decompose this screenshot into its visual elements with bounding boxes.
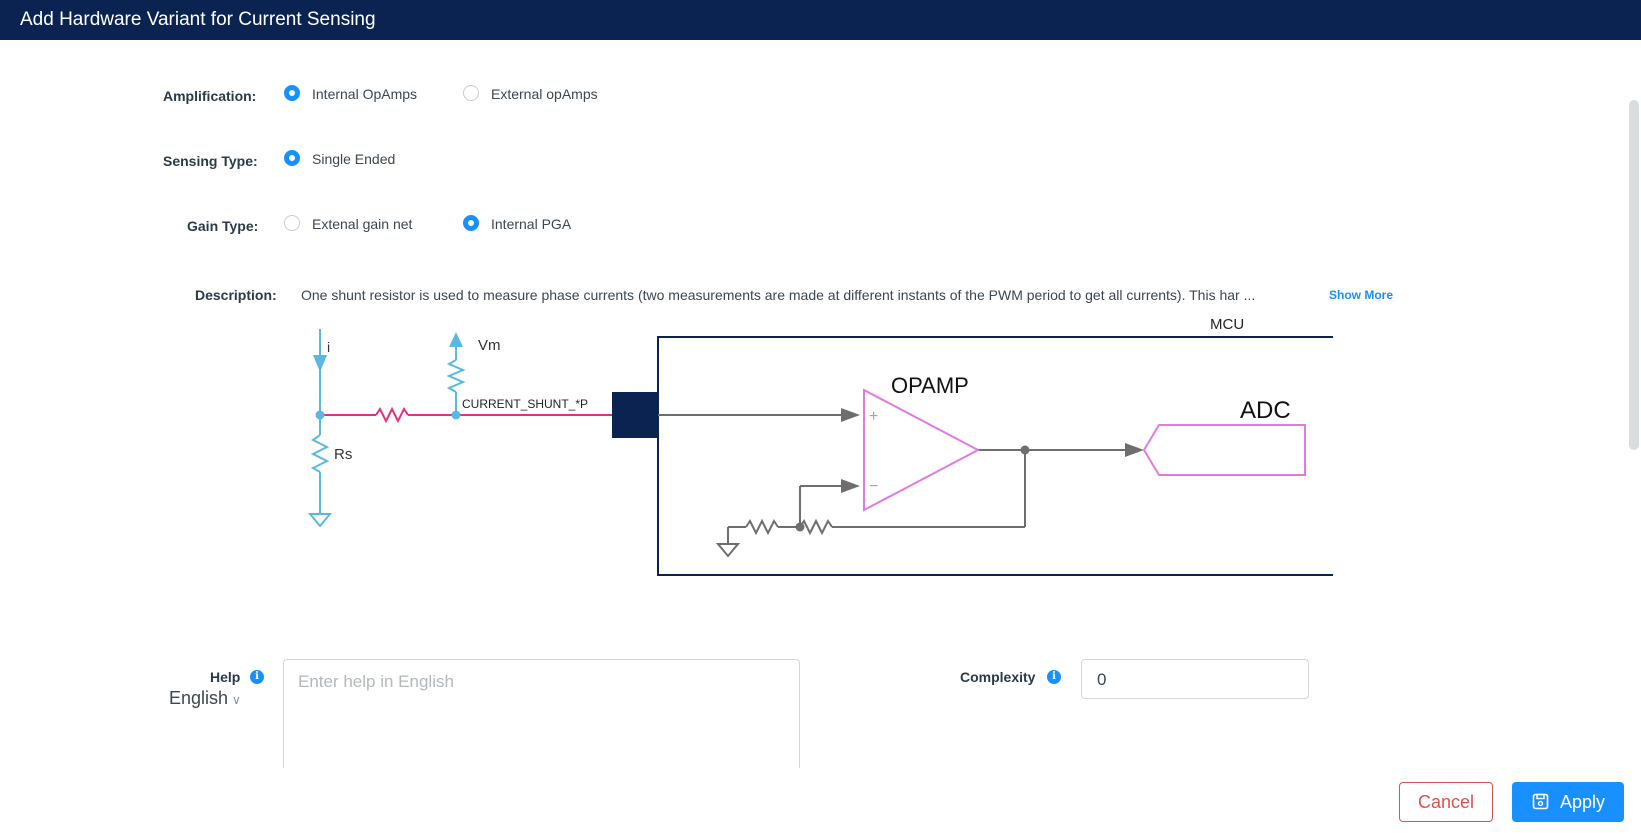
help-info-icon[interactable]: i	[250, 670, 264, 684]
shunt-node	[315, 410, 325, 420]
complexity-info-icon[interactable]: i	[1047, 670, 1061, 684]
help-language-value: English	[169, 688, 229, 708]
net-label: CURRENT_SHUNT_*P	[462, 397, 588, 411]
current-arrow	[313, 355, 327, 372]
output-node	[1020, 445, 1030, 455]
chevron-down-icon: ∨	[232, 693, 241, 707]
opamp-wiring	[658, 414, 1128, 543]
apply-button[interactable]: Apply	[1512, 782, 1624, 822]
supply-arrow	[449, 332, 463, 347]
wire-arrow-plus	[841, 408, 860, 422]
ground-symbol	[307, 513, 333, 528]
complexity-value: 0	[1097, 670, 1107, 689]
help-language-select[interactable]: English ∨	[169, 688, 241, 709]
cancel-button[interactable]: Cancel	[1399, 782, 1493, 822]
feedback-node	[795, 522, 805, 532]
net-node	[451, 410, 461, 420]
current-label: i	[327, 339, 330, 355]
help-textarea[interactable]: Enter help in English	[283, 659, 800, 779]
mcu-label: MCU	[1210, 316, 1244, 333]
help-label: Help	[210, 669, 241, 685]
supply-label: Vm	[478, 337, 501, 354]
mcu-pin	[612, 392, 658, 438]
opamp-minus: −	[869, 478, 878, 495]
opamp-plus: +	[869, 408, 878, 425]
scrollbar-thumb[interactable]	[1629, 100, 1639, 450]
opamp-triangle	[863, 388, 981, 512]
complexity-input[interactable]: 0	[1081, 659, 1309, 699]
wire-arrow-minus	[841, 479, 860, 493]
mcu-ground-symbol	[715, 543, 741, 558]
dialog-footer	[0, 768, 1641, 839]
help-placeholder: Enter help in English	[298, 672, 454, 691]
complexity-label: Complexity	[960, 669, 1036, 685]
save-icon	[1532, 793, 1549, 810]
adc-label: ADC	[1240, 397, 1291, 424]
opamp-label: OPAMP	[891, 373, 969, 398]
apply-button-label: Apply	[1560, 792, 1606, 812]
shunt-circuit	[310, 329, 466, 513]
mcu-box	[657, 336, 1333, 576]
dialog-scrollbar[interactable]	[1629, 68, 1639, 768]
wire-arrow-adc	[1125, 443, 1144, 457]
current-sensing-diagram: i Vm Rs CURRENT_SHUNT_*P MCU + − OPAMP A…	[307, 316, 1333, 576]
adc-block	[1142, 424, 1306, 476]
shunt-label: Rs	[334, 446, 352, 463]
